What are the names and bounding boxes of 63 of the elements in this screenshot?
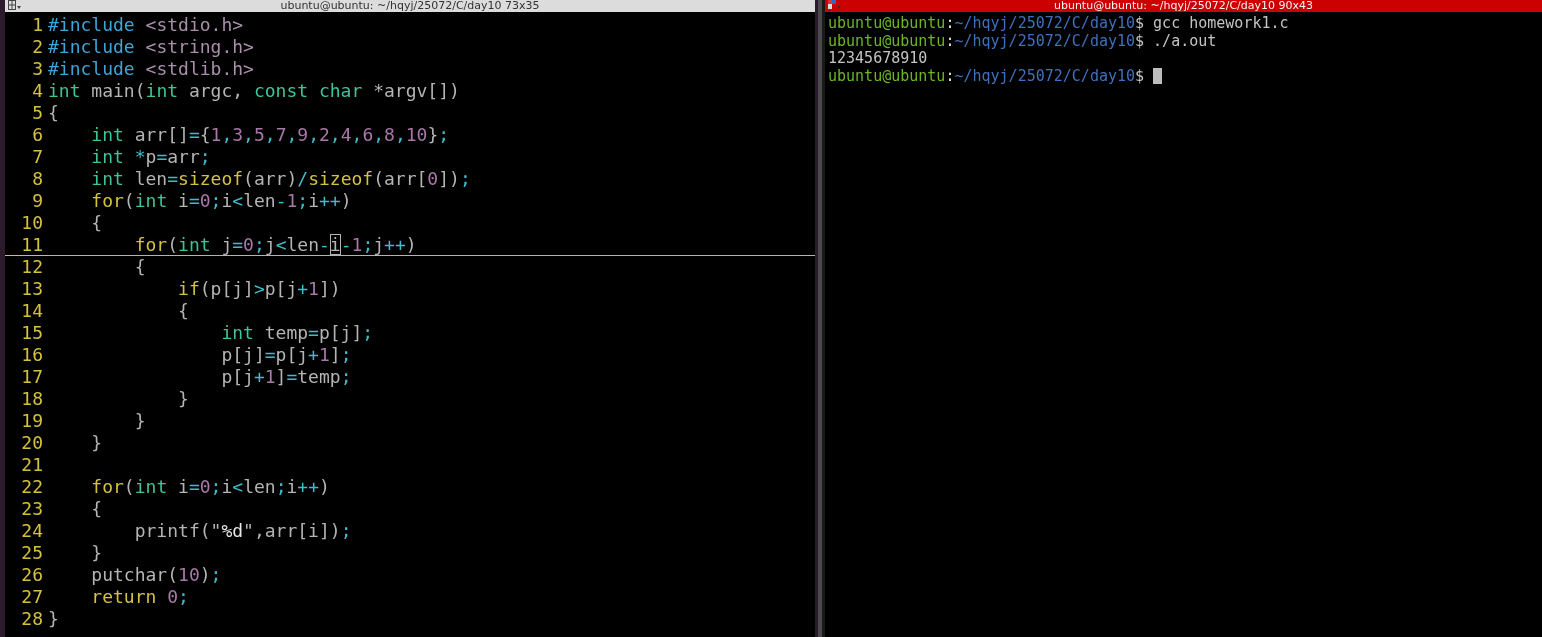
code-line: int len=sizeof(arr)/sizeof(arr[0]); (90, 168, 471, 190)
code-line: return 0; (90, 586, 189, 608)
code-line: { (90, 498, 103, 520)
window-title: ubuntu@ubuntu: ~/hqyj/25072/C/day10 73x35 (280, 0, 540, 12)
line-number: 27 (20, 586, 44, 608)
terminal-line: 12345678910 (828, 50, 928, 68)
code-line: #include <stdio.h> (48, 14, 244, 36)
line-number: 16 (20, 344, 44, 366)
line-number: 26 (20, 564, 44, 586)
code-line: } (48, 608, 59, 630)
code-line: #include <string.h> (48, 36, 254, 58)
code-line: { (177, 300, 189, 322)
line-number: 7 (31, 146, 44, 168)
code-line: for(int j=0;j<len-i-1;j++) (133, 234, 417, 256)
code-line: } (177, 388, 189, 410)
code-line: } (90, 432, 103, 454)
code-line: int *p=arr; (90, 146, 211, 168)
line-number: 10 (20, 212, 44, 234)
line-number: 22 (20, 476, 44, 498)
line-number: 9 (31, 190, 44, 212)
line-number: 1 (31, 14, 44, 36)
code-line: int arr[]={1,3,5,7,9,2,4,6,8,10}; (90, 124, 450, 146)
line-number: 12 (20, 256, 44, 278)
code-line: } (133, 410, 146, 432)
line-number: 2 (31, 36, 44, 58)
line-number: 13 (20, 278, 44, 300)
window-menu-icon[interactable] (8, 0, 22, 11)
terminal-line: ubuntu@ubuntu:~/hqyj/25072/C/day10$ gcc homework1.c (828, 15, 1289, 33)
code-line: int main(int argc, const char *argv[]) (48, 80, 460, 102)
code-line: putchar(10); (90, 564, 222, 586)
code-line: { (133, 256, 146, 278)
line-number: 24 (20, 520, 44, 542)
line-number: 6 (31, 124, 44, 146)
line-number: 18 (20, 388, 44, 410)
window-menu-icon[interactable] (828, 0, 842, 11)
line-number: 4 (31, 80, 44, 102)
code-line: #include <stdlib.h> (48, 58, 254, 80)
code-line: p[j]=p[j+1]; (220, 344, 352, 366)
code-line: if(p[j]>p[j+1]) (177, 278, 341, 300)
line-number: 5 (31, 102, 44, 124)
line-number: 23 (20, 498, 44, 520)
line-number: 19 (20, 410, 44, 432)
line-number: 3 (31, 58, 44, 80)
code-line: p[j+1]=temp; (220, 366, 352, 388)
line-number: 8 (31, 168, 44, 190)
code-line: for(int i=0;i<len;i++) (90, 476, 330, 498)
terminal-line: ubuntu@ubuntu:~/hqyj/25072/C/day10$ ./a.out (828, 32, 1217, 50)
line-number: 20 (20, 432, 44, 454)
line-number: 11 (5, 234, 48, 256)
code-line: { (90, 212, 103, 234)
line-number: 28 (20, 608, 44, 630)
line-number: 21 (20, 454, 44, 476)
terminal-line: ubuntu@ubuntu:~/hqyj/25072/C/day10$ (828, 67, 1146, 85)
line-number: 15 (20, 322, 44, 344)
code-line: for(int i=0;i<len-1;i++) (90, 190, 352, 212)
code-line: printf("%d",arr[i]); (133, 520, 352, 542)
line-number: 25 (20, 542, 44, 564)
line-number: 17 (20, 366, 44, 388)
code-line: { (48, 102, 59, 124)
line-number: 14 (20, 300, 44, 322)
window-title: ubuntu@ubuntu: ~/hqyj/25072/C/day10 90x43 (1053, 0, 1313, 12)
code-line: } (90, 542, 103, 564)
code-line: int temp=p[j]; (220, 322, 374, 344)
